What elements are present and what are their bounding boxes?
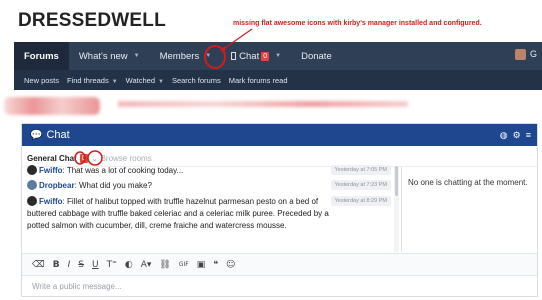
subnav-new-posts[interactable]: New posts (24, 76, 59, 85)
main-navbar: Forums What's new ▼ Members ▼ Chat 0 ▼ Donat… (14, 42, 542, 70)
chat-message-input[interactable] (22, 276, 537, 296)
chat-message: Fwiffo: Fillet of halibut topped with tr… (27, 196, 391, 232)
chat-count-badge: 0 (261, 51, 270, 61)
editor-toolbar: ⌫ B I S U T⁼ ◐ A▾ ⛓ GIF ▣ ❝ ☺ (22, 253, 537, 275)
tab-members[interactable]: Members ▼ (150, 42, 222, 70)
chat-sidebar-status: No one is chatting at the moment. (408, 178, 528, 187)
underline-icon[interactable]: U (92, 260, 99, 270)
sub-navbar: New posts Find threads ▼ Watched ▼ Search … (14, 70, 542, 90)
room-name: General Chat (27, 154, 77, 163)
subnav-find-threads[interactable]: Find threads ▼ (67, 76, 118, 85)
chevron-down-icon[interactable]: ⌄ (92, 155, 98, 163)
message-timestamp: Yesterday at 7:23 PM (330, 180, 391, 190)
subnav-label: Find threads (67, 75, 109, 85)
message-username[interactable]: Fwiffo (39, 197, 63, 206)
smiley-icon[interactable]: ☺ (226, 260, 235, 270)
tab-label: What's new (78, 50, 128, 62)
avatar[interactable] (27, 180, 37, 190)
message-timestamp: Yesterday at 8:29 PM (330, 196, 391, 206)
message-username[interactable]: Fwiffo (39, 166, 63, 175)
font-size-icon[interactable]: T⁼ (107, 260, 117, 270)
divider (401, 166, 402, 252)
strikethrough-icon[interactable]: S (78, 260, 84, 270)
scrollbar-thumb[interactable] (395, 166, 398, 196)
chat-title: Chat (46, 129, 70, 141)
chat-bubbles-icon: 💬 (30, 129, 43, 141)
tab-chat[interactable]: Chat 0 ▼ (221, 42, 291, 70)
tab-label: Donate (301, 50, 332, 62)
gif-icon[interactable]: GIF (179, 261, 189, 268)
message-text: : That was a lot of cooking today... (62, 166, 184, 175)
redacted-line (118, 101, 408, 107)
chevron-down-icon[interactable]: ▼ (205, 53, 211, 59)
annotation-text: missing flat awesome icons with kirby's … (233, 20, 482, 27)
tab-label: Forums (24, 50, 59, 62)
avatar[interactable] (27, 165, 37, 175)
tab-label: Chat (239, 50, 260, 62)
italic-icon[interactable]: I (68, 260, 71, 270)
message-username[interactable]: Dropbear (39, 181, 75, 190)
avatar[interactable] (515, 49, 526, 60)
subnav-mark-read[interactable]: Mark forums read (229, 76, 288, 85)
tab-forums[interactable]: Forums (14, 42, 69, 70)
room-count-badge: 0 (79, 154, 88, 163)
chevron-down-icon[interactable]: ▼ (275, 53, 281, 59)
eraser-icon[interactable]: ⌫ (32, 260, 45, 270)
chat-message: Fwiffo: That was a lot of cooking today.… (27, 165, 391, 175)
room-selector[interactable]: General Chat 0 ⌄ Browse rooms (27, 154, 152, 163)
text-color-icon[interactable]: A▾ (141, 260, 152, 270)
missing-icon (231, 52, 237, 60)
avatar[interactable] (27, 196, 37, 206)
globe-icon[interactable]: ◍ (500, 130, 508, 141)
tab-label: Members (159, 50, 200, 62)
chat-panel: 💬 Chat ◍ ⚙ ≡ General Chat 0 ⌄ Browse roo… (21, 123, 538, 297)
chat-input-wrapper (22, 275, 537, 296)
message-text: : Fillet of halibut topped with truffle … (27, 197, 329, 230)
chat-header: 💬 Chat ◍ ⚙ ≡ (22, 124, 537, 146)
site-logo[interactable]: DRESSEDWELL (18, 10, 166, 32)
redacted-title (4, 97, 100, 115)
tab-donate[interactable]: Donate (291, 42, 342, 70)
chat-message: Dropbear: What did you make? Yesterday a… (27, 180, 391, 192)
message-text: : What did you make? (74, 181, 152, 190)
chat-header-actions: ◍ ⚙ ≡ (500, 130, 531, 141)
settings-icon[interactable]: ⚙ (513, 130, 521, 141)
message-timestamp: Yesterday at 7:05 PM (330, 165, 391, 175)
menu-icon[interactable]: ≡ (526, 130, 531, 141)
chevron-down-icon: ▼ (158, 78, 164, 85)
subnav-search-forums[interactable]: Search forums (172, 76, 221, 85)
palette-icon[interactable]: ◐ (125, 260, 133, 270)
bold-icon[interactable]: B (53, 260, 60, 270)
subnav-label: Watched (125, 75, 155, 85)
chevron-down-icon: ▼ (111, 78, 118, 85)
chevron-down-icon[interactable]: ▼ (134, 53, 140, 59)
browse-rooms-link[interactable]: Browse rooms (101, 154, 152, 163)
quote-icon[interactable]: ❝ (213, 260, 218, 270)
image-icon[interactable]: ▣ (197, 260, 206, 270)
account-label[interactable]: G (530, 49, 537, 59)
link-icon[interactable]: ⛓ (159, 260, 170, 270)
tab-whats-new[interactable]: What's new ▼ (69, 42, 150, 70)
subnav-watched[interactable]: Watched ▼ (126, 76, 164, 85)
